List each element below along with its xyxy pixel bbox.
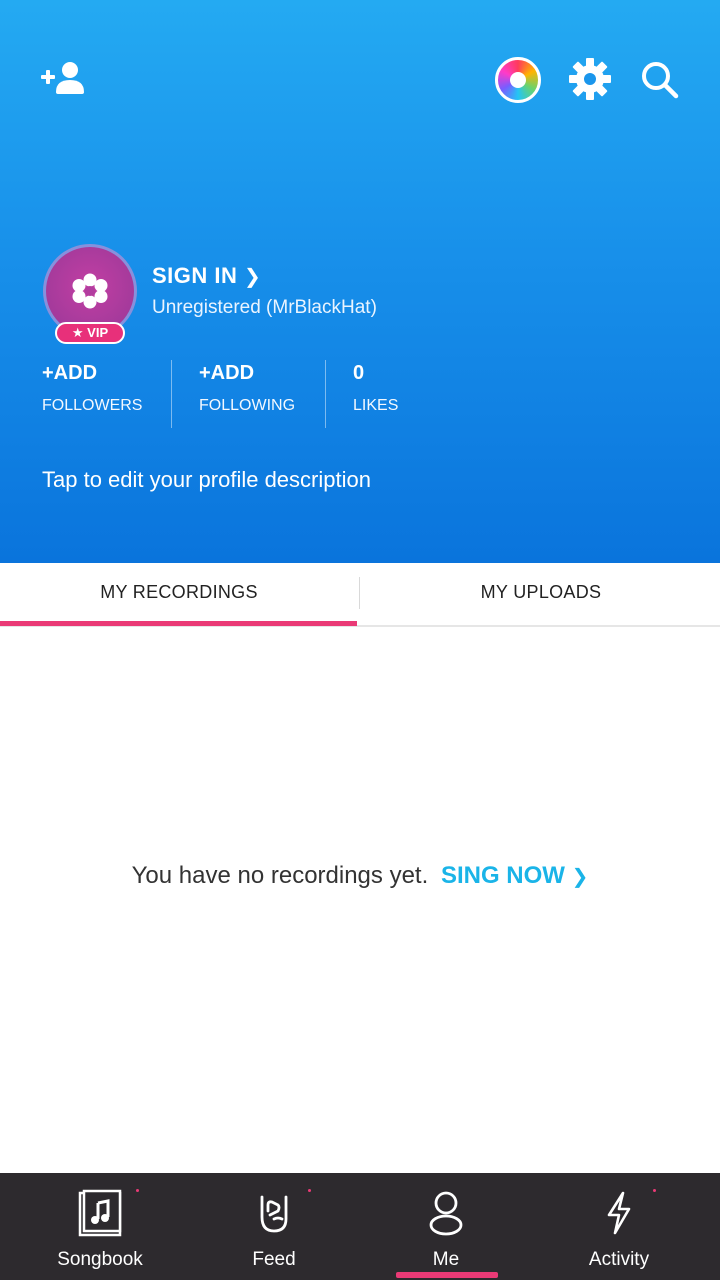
followers-value: +ADD — [42, 362, 98, 384]
profile-header: ★ VIP SIGN IN ❯ Unregistered (MrBlackHat… — [0, 0, 720, 563]
likes-label: LIKES — [353, 397, 399, 414]
nav-item-activity[interactable]: Activity — [529, 1173, 709, 1280]
stat-divider — [325, 360, 326, 428]
nav-item-me[interactable]: Me — [356, 1173, 536, 1280]
username: Unregistered (MrBlackHat) — [152, 297, 377, 318]
nav-active-indicator — [396, 1272, 498, 1278]
sing-now-label: SING NOW — [440, 862, 565, 889]
vip-label: VIP — [87, 325, 109, 340]
notification-dot — [308, 1189, 311, 1192]
empty-message: You have no recordings yet. — [131, 862, 429, 889]
avatar[interactable]: ★ VIP — [43, 244, 137, 344]
following-stat[interactable]: +ADD FOLLOWING — [199, 362, 295, 415]
likes-value: 0 — [353, 362, 365, 384]
gear-icon[interactable] — [567, 56, 613, 102]
sign-in-label: SIGN IN — [152, 263, 238, 288]
tab-my-recordings[interactable]: MY RECORDINGS — [0, 563, 358, 625]
chevron-right-icon: ❯ — [571, 866, 589, 888]
tab-divider — [359, 577, 360, 609]
profile-description[interactable]: Tap to edit your profile description — [42, 467, 371, 493]
add-friend-icon[interactable] — [38, 58, 88, 100]
followers-stat[interactable]: +ADD FOLLOWERS — [42, 362, 142, 415]
nav-label-feed: Feed — [252, 1249, 296, 1270]
search-icon[interactable] — [638, 58, 682, 102]
nav-label-songbook: Songbook — [57, 1249, 143, 1270]
notification-dot — [653, 1189, 656, 1192]
lightning-icon — [607, 1191, 631, 1235]
stat-divider — [171, 360, 172, 428]
likes-stat[interactable]: 0 LIKES — [353, 362, 398, 415]
star-icon: ★ — [71, 325, 84, 340]
bottom-nav: Songbook Feed Me Activity — [0, 1173, 720, 1280]
notification-dot — [136, 1189, 139, 1192]
tab-my-uploads[interactable]: MY UPLOADS — [362, 563, 720, 625]
empty-state: You have no recordings yet. SING NOW ❯ — [0, 862, 720, 890]
followers-label: FOLLOWERS — [42, 397, 143, 414]
recordings-tabs: MY RECORDINGS MY UPLOADS — [0, 563, 720, 627]
rock-hand-icon — [260, 1195, 288, 1233]
nav-label-activity: Activity — [588, 1249, 650, 1270]
nav-label-me: Me — [432, 1249, 460, 1270]
songbook-icon — [78, 1189, 122, 1237]
vip-badge: ★ VIP — [55, 322, 125, 344]
tab-active-indicator — [0, 621, 357, 626]
following-value: +ADD — [199, 362, 255, 384]
following-label: FOLLOWING — [199, 397, 296, 414]
theme-color-icon[interactable] — [495, 57, 541, 103]
sing-now-link[interactable]: SING NOW ❯ — [441, 862, 588, 889]
nav-item-feed[interactable]: Feed — [184, 1173, 364, 1280]
sign-in-link[interactable]: SIGN IN ❯ — [152, 263, 261, 289]
flower-icon — [72, 273, 108, 309]
nav-item-songbook[interactable]: Songbook — [10, 1173, 190, 1280]
chevron-right-icon: ❯ — [244, 266, 262, 288]
person-icon — [429, 1191, 463, 1236]
